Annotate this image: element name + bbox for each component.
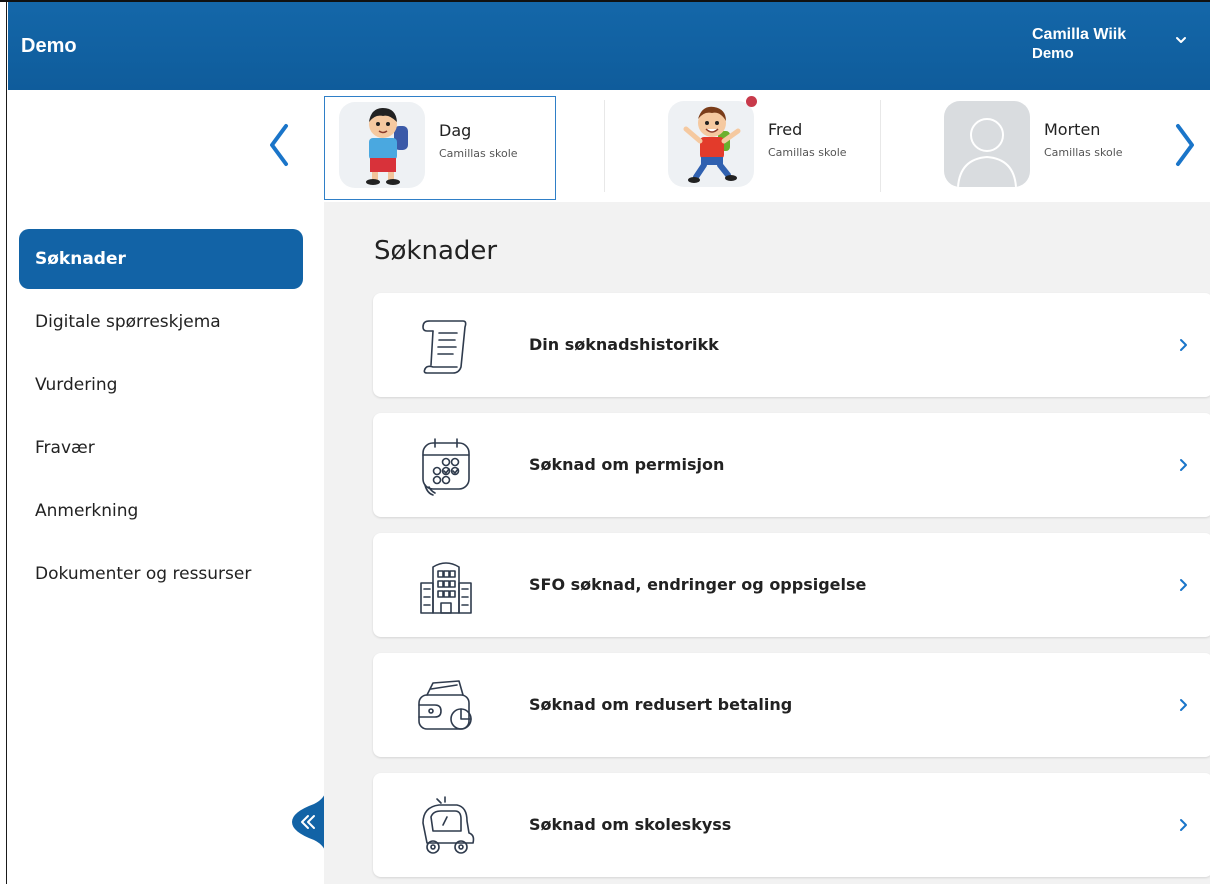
card-label: Din søknadshistorikk [529,335,719,354]
avatar [339,102,425,188]
chevron-right-icon[interactable] [1170,120,1200,170]
scroll-icon [422,320,467,374]
avatar [668,101,754,187]
child-school: Camillas skole [1044,146,1123,159]
sidebar-item-fravaer[interactable]: Fravær [19,418,303,478]
chevron-down-icon[interactable] [1173,32,1189,48]
sidebar-item-vurdering[interactable]: Vurdering [19,355,303,415]
calendar-icon [422,438,470,496]
sidebar-item-digitale-sporreskjema[interactable]: Digitale spørreskjema [19,292,303,352]
sidebar-item-label: Fravær [35,438,95,458]
card-label: SFO søknad, endringer og oppsigelse [529,575,867,594]
app-header: Demo Camilla Wiik Demo [8,2,1210,90]
child-name: Fred [768,120,803,139]
sidebar-item-label: Søknader [35,249,126,269]
app-title: Demo [21,35,77,57]
chevron-right-icon [1180,819,1187,831]
card-label: Søknad om permisjon [529,455,725,474]
sidebar-item-label: Digitale spørreskjema [35,312,221,332]
card-label: Søknad om redusert betaling [529,695,793,714]
sidebar-item-soknader[interactable]: Søknader [19,229,303,289]
child-card-fred[interactable]: Fred Camillas skole [654,96,886,200]
child-name: Dag [439,121,472,140]
user-org: Demo [1032,45,1074,62]
user-placeholder-icon [957,118,1017,187]
child-card-dag[interactable]: Dag Camillas skole [324,96,556,200]
window-top-edge [0,0,1210,2]
sidebar-item-label: Vurdering [35,375,118,395]
child-name: Morten [1044,120,1101,139]
chevron-right-icon [1180,339,1187,351]
sidebar-item-anmerkning[interactable]: Anmerkning [19,481,303,541]
child-school: Camillas skole [768,146,847,159]
card-sfo[interactable]: SFO søknad, endringer og oppsigelse [373,533,1210,637]
chevron-right-icon [1180,579,1187,591]
card-redusert-betaling[interactable]: Søknad om redusert betaling [373,653,1210,757]
child-school: Camillas skole [439,147,518,160]
boy-avatar-icon [683,106,741,183]
sidebar-item-dokumenter[interactable]: Dokumenter og ressurser [19,544,303,604]
school-building-icon [420,562,472,614]
chevron-left-icon[interactable] [264,120,294,170]
child-selector: Dag Camillas skole Fred Camillas skole M… [8,90,1210,202]
chevron-right-icon [1180,699,1187,711]
wallet-icon [418,680,472,730]
window-left-edge [0,0,7,884]
boy-avatar-icon [366,108,408,185]
sidebar: Søknader Digitale spørreskjema Vurdering… [8,202,326,884]
avatar [944,101,1030,187]
page-title: Søknader [374,236,498,266]
child-card-morten[interactable]: Morten Camillas skole [930,96,1162,200]
card-skoleskyss[interactable]: Søknad om skoleskyss [373,773,1210,877]
notification-dot [746,96,757,107]
sidebar-item-label: Anmerkning [35,501,139,521]
divider [880,100,881,192]
user-name: Camilla Wiik [1032,26,1127,43]
sidebar-item-label: Dokumenter og ressurser [35,564,252,584]
main-content: Søknader Din søknadshistorikk Søknad om … [324,202,1210,884]
card-permisjon[interactable]: Søknad om permisjon [373,413,1210,517]
divider [604,100,605,192]
chevron-right-icon [1180,459,1187,471]
school-bus-icon [422,796,475,854]
user-menu[interactable]: Camilla Wiik Demo [1032,25,1126,63]
card-label: Søknad om skoleskyss [529,815,732,834]
collapse-sidebar-button[interactable] [286,788,326,856]
card-soknadshistorikk[interactable]: Din søknadshistorikk [373,293,1210,397]
